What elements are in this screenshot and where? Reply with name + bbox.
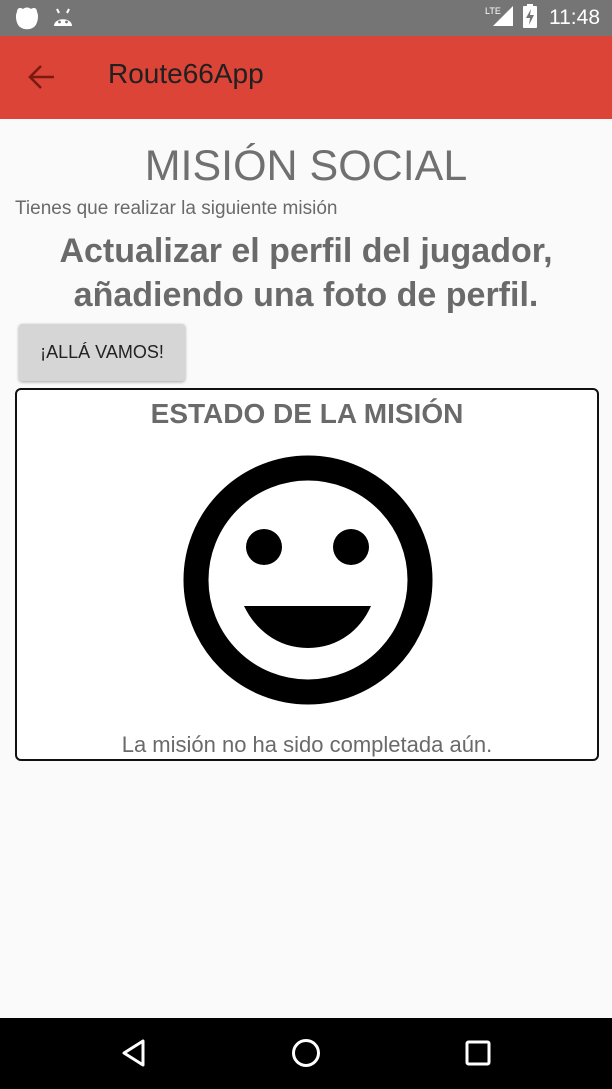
mission-text: Actualizar el perfil del jugador, añadie… bbox=[59, 232, 553, 314]
nav-home-button[interactable] bbox=[288, 1035, 324, 1071]
status-time: 11:48 bbox=[549, 6, 600, 29]
go-button[interactable]: ¡ALLÁ VAMOS! bbox=[19, 324, 185, 381]
android-icon bbox=[52, 6, 78, 30]
mission-status-card: ESTADO DE LA MISIÓN La misión no ha sido… bbox=[15, 388, 599, 761]
arrow-back-icon bbox=[28, 65, 54, 89]
smiley-icon bbox=[183, 455, 433, 705]
status-message: La misión no ha sido completada aún. bbox=[121, 732, 493, 757]
back-triangle-icon bbox=[122, 1039, 145, 1067]
nav-back-button[interactable] bbox=[116, 1035, 152, 1071]
intro-text: Tienes que realizar la siguiente misión bbox=[15, 198, 338, 219]
app-bar: Route66App bbox=[0, 36, 612, 119]
nav-recents-button[interactable] bbox=[460, 1035, 496, 1071]
battery-charging-icon bbox=[523, 4, 537, 32]
status-bar: LTE 11:48 bbox=[0, 0, 612, 36]
back-button[interactable] bbox=[22, 56, 62, 98]
recents-square-icon bbox=[465, 1040, 491, 1066]
svg-text:LTE: LTE bbox=[485, 6, 501, 16]
android-debug-icon bbox=[14, 6, 40, 30]
nav-bar bbox=[0, 1018, 612, 1089]
home-circle-icon bbox=[292, 1039, 320, 1067]
app-title: Route66App bbox=[108, 58, 264, 89]
page-title: MISIÓN SOCIAL bbox=[144, 142, 468, 190]
signal-icon: LTE bbox=[485, 4, 515, 32]
status-heading: ESTADO DE LA MISIÓN bbox=[150, 398, 464, 429]
